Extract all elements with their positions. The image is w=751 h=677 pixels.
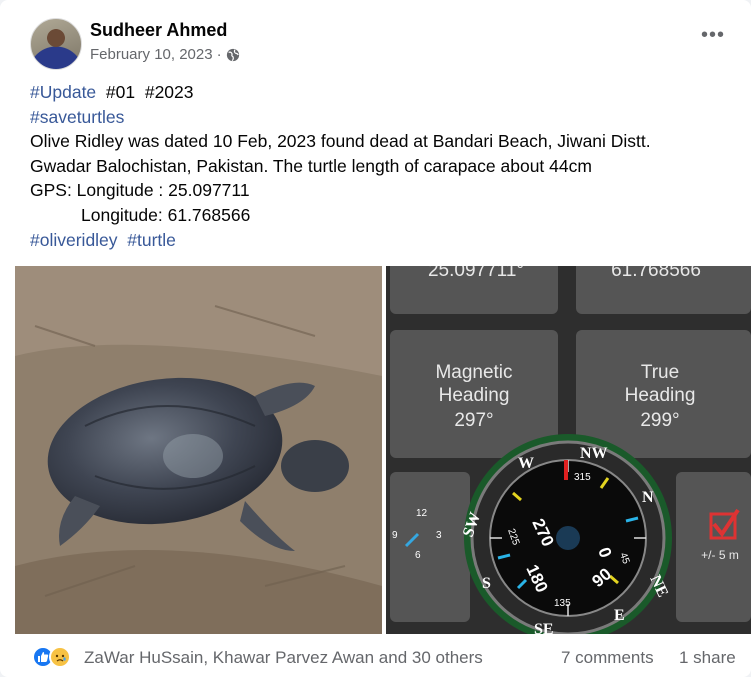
post-card: Sudheer Ahmed February 10, 2023 · ••• #U… [0,0,751,677]
post-date[interactable]: February 10, 2023 [90,46,213,63]
text-line-5: GPS: Longitude : 25.097711 [30,180,250,201]
text-line-1: #Update #01 #2023 [30,80,730,105]
svg-text:SE: SE [534,621,554,634]
reactor-names[interactable]: ZaWar HuSsain, Khawar Parvez Awan and 30… [84,648,483,668]
svg-text:S: S [482,575,491,592]
post-body: #Update #01 #2023 #saveturtles Olive Rid… [30,80,730,252]
hashtag-saveturtles[interactable]: #saveturtles [30,107,124,127]
shares-count[interactable]: 1 share [679,648,736,668]
svg-text:NW: NW [580,445,608,462]
author-name[interactable]: Sudheer Ahmed [90,20,227,41]
post-meta: February 10, 2023 · [90,46,240,63]
svg-text:3: 3 [436,530,442,541]
more-dots-icon[interactable]: ••• [701,25,725,45]
globe-icon[interactable] [226,48,240,62]
compass-app-photo[interactable]: 25.097711° 61.768566 Magnetic Heading 29… [386,266,751,634]
svg-text:315: 315 [574,472,591,483]
author-avatar[interactable] [30,18,82,70]
svg-text:W: W [518,455,534,472]
text-line-2: #saveturtles [30,105,730,130]
magnetic-value: 297° [454,410,493,431]
sad-icon [49,646,71,668]
svg-text:E: E [614,607,625,624]
turtle-illustration [15,266,382,634]
lon-value: 61.768566 [611,266,701,281]
comments-count[interactable]: 7 comments [561,648,654,668]
post-footer: ZaWar HuSsain, Khawar Parvez Awan and 30… [0,640,751,677]
magnetic-label-2: Heading [439,385,510,406]
magnetic-label-1: Magnetic [435,362,512,383]
true-value: 299° [640,410,679,431]
lat-value: 25.097711° [428,266,524,281]
true-label-1: True [641,362,679,383]
true-label-2: Heading [625,385,696,406]
svg-text:135: 135 [554,598,571,609]
svg-text:6: 6 [415,550,421,561]
meta-separator: · [216,46,222,63]
text-line-7: #oliveridley #turtle [30,228,730,253]
hashtag-oliveridley[interactable]: #oliveridley [30,230,118,250]
text-number: #01 [105,82,136,102]
turtle-photo[interactable] [15,266,382,634]
compass-app-illustration: 25.097711° 61.768566 Magnetic Heading 29… [386,266,751,634]
svg-text:N: N [642,489,654,506]
text-line-6: Longitude: 61.768566 [81,204,251,225]
text-line-3: Olive Ridley was dated 10 Feb, 2023 foun… [30,131,651,152]
svg-text:12: 12 [416,508,428,519]
reaction-icons[interactable] [32,646,71,668]
text-line-4: Gwadar Balochistan, Pakistan. The turtle… [30,155,592,176]
accuracy-label: +/- 5 m [701,548,739,562]
hashtag-turtle[interactable]: #turtle [127,230,176,250]
text-year: #2023 [144,82,194,102]
hashtag-update[interactable]: #Update [30,82,96,102]
svg-text:9: 9 [392,530,398,541]
